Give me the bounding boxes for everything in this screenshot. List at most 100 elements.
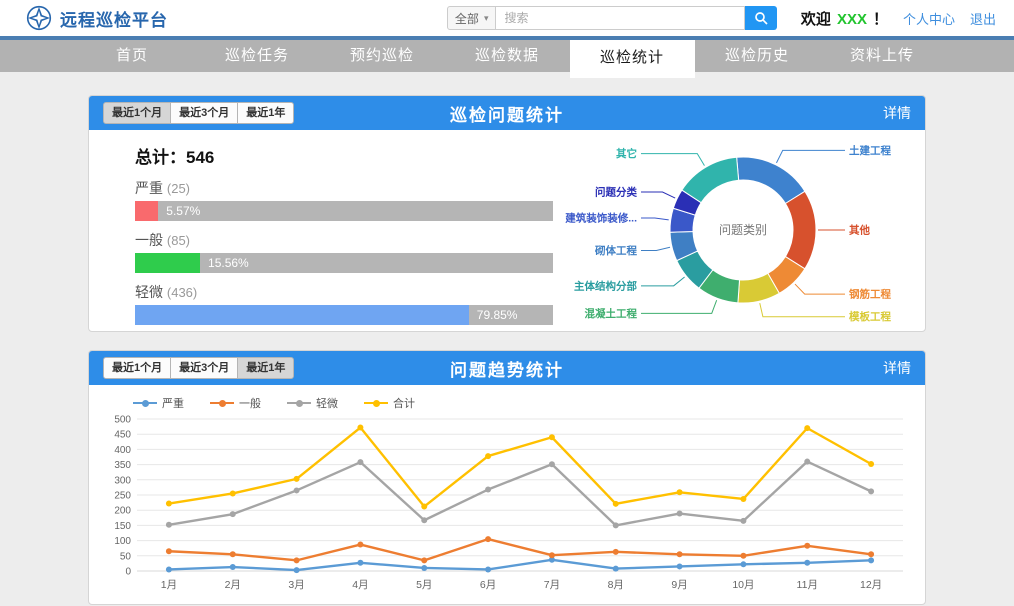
legend-item-normal[interactable]: 一般 bbox=[210, 395, 261, 411]
trend-detail-link[interactable]: 详情 bbox=[883, 358, 911, 378]
donut-svg: 土建工程其他钢筋工程模板工程 混凝土工程 主体结构分部 砌体工程 建筑装饰装修... 问题… bbox=[553, 131, 933, 331]
minor-bar-track: 79.85% bbox=[135, 305, 553, 325]
issue-stats-panel: 最近1个月 最近3个月 最近1年 巡检问题统计 详情 总计：546 严重 (25… bbox=[88, 95, 926, 332]
svg-text:模板工程: 模板工程 bbox=[849, 310, 891, 323]
brand: 远程巡检平台 bbox=[26, 5, 168, 31]
issue-panel-header: 最近1个月 最近3个月 最近1年 巡检问题统计 详情 bbox=[89, 96, 925, 130]
svg-text:150: 150 bbox=[114, 521, 131, 532]
svg-text:200: 200 bbox=[114, 506, 131, 517]
svg-text:11月: 11月 bbox=[797, 579, 818, 591]
svg-text:350: 350 bbox=[114, 460, 131, 471]
welcome-message: 欢迎 XXX ！ bbox=[801, 8, 888, 29]
svg-text:建筑装饰装修...: 建筑装饰装修... bbox=[564, 211, 637, 224]
issue-panel-body: 总计：546 严重 (25) 5.57% 一般 (85) bbox=[89, 130, 925, 331]
svg-text:2月: 2月 bbox=[225, 579, 241, 591]
nav-item-tasks[interactable]: 巡检任务 bbox=[195, 40, 320, 72]
nav-item-schedule[interactable]: 预约巡检 bbox=[320, 40, 445, 72]
svg-text:400: 400 bbox=[114, 445, 131, 456]
search-icon bbox=[754, 11, 768, 25]
minor-bar-fill bbox=[135, 305, 469, 325]
svg-text:300: 300 bbox=[114, 475, 131, 486]
svg-text:12月: 12月 bbox=[860, 579, 882, 591]
issue-stats: 总计：546 严重 (25) 5.57% 一般 (85) bbox=[89, 130, 553, 331]
minor-count: (436) bbox=[167, 285, 197, 300]
issue-range-buttons: 最近1个月 最近3个月 最近1年 bbox=[103, 102, 293, 124]
chevron-down-icon: ▾ bbox=[484, 13, 489, 24]
severe-bar-group: 严重 (25) 5.57% bbox=[135, 178, 553, 221]
range-1year-button[interactable]: 最近1年 bbox=[237, 102, 294, 124]
normal-label: 一般 bbox=[135, 232, 163, 248]
trend-range-1year-button[interactable]: 最近1年 bbox=[237, 357, 294, 379]
svg-text:1月: 1月 bbox=[161, 579, 177, 591]
logout-link[interactable]: 退出 bbox=[970, 9, 996, 28]
svg-text:钢筋工程: 钢筋工程 bbox=[849, 287, 891, 300]
total-line-marker bbox=[364, 402, 388, 404]
nav-item-statistics[interactable]: 巡检统计 bbox=[570, 40, 695, 78]
search-input[interactable] bbox=[496, 6, 744, 30]
minor-bar-group: 轻微 (436) 79.85% bbox=[135, 282, 553, 325]
user-area: 欢迎 XXX ！ 个人中心 退出 bbox=[801, 8, 996, 29]
nav-item-upload[interactable]: 资料上传 bbox=[820, 40, 945, 72]
svg-text:3月: 3月 bbox=[288, 579, 304, 591]
normal-bar-track: 15.56% bbox=[135, 253, 553, 273]
nav-item-data[interactable]: 巡检数据 bbox=[445, 40, 570, 72]
search-button[interactable] bbox=[745, 6, 777, 30]
search-category-value: 全部 bbox=[455, 10, 479, 27]
trend-legend: 严重 一般 轻微 合计 bbox=[133, 395, 917, 411]
minor-line-marker bbox=[287, 402, 311, 404]
severe-count: (25) bbox=[167, 181, 190, 196]
trend-panel-header: 最近1个月 最近3个月 最近1年 问题趋势统计 详情 bbox=[89, 351, 925, 385]
normal-percent: 15.56% bbox=[208, 253, 249, 273]
svg-text:问题类别: 问题类别 bbox=[719, 223, 767, 237]
trend-panel-body: 严重 一般 轻微 合计 0501001502002503003504004505… bbox=[89, 385, 925, 604]
svg-text:9月: 9月 bbox=[671, 579, 687, 591]
platform-logo-icon bbox=[26, 5, 52, 31]
minor-label: 轻微 bbox=[135, 284, 163, 300]
svg-text:其它: 其它 bbox=[616, 147, 637, 160]
range-1month-button[interactable]: 最近1个月 bbox=[103, 102, 171, 124]
svg-text:50: 50 bbox=[120, 551, 132, 562]
svg-text:250: 250 bbox=[114, 491, 131, 502]
welcome-suffix: ！ bbox=[873, 8, 888, 29]
svg-text:5月: 5月 bbox=[416, 579, 432, 591]
severe-bar-fill bbox=[135, 201, 158, 221]
svg-text:6月: 6月 bbox=[480, 579, 496, 591]
severe-line-marker bbox=[133, 402, 157, 404]
app-title: 远程巡检平台 bbox=[60, 6, 168, 31]
issue-category-donut-chart: 土建工程其他钢筋工程模板工程 混凝土工程 主体结构分部 砌体工程 建筑装饰装修... 问题… bbox=[553, 130, 933, 331]
range-3months-button[interactable]: 最近3个月 bbox=[170, 102, 238, 124]
svg-text:其他: 其他 bbox=[849, 223, 870, 236]
legend-item-total[interactable]: 合计 bbox=[364, 395, 415, 411]
nav-item-history[interactable]: 巡检历史 bbox=[695, 40, 820, 72]
svg-text:10月: 10月 bbox=[732, 579, 754, 591]
trend-line-chart: 0501001502002503003504004505001月2月3月4月5月… bbox=[97, 411, 913, 593]
welcome-prefix: 欢迎 bbox=[801, 8, 831, 29]
profile-link[interactable]: 个人中心 bbox=[903, 9, 955, 28]
search-category-select[interactable]: 全部 ▾ bbox=[447, 6, 497, 30]
legend-item-severe[interactable]: 严重 bbox=[133, 395, 184, 411]
trend-range-1month-button[interactable]: 最近1个月 bbox=[103, 357, 171, 379]
main-nav: 首页 巡检任务 预约巡检 巡检数据 巡检统计 巡检历史 资料上传 bbox=[0, 40, 1014, 72]
normal-count: (85) bbox=[167, 233, 190, 248]
svg-text:450: 450 bbox=[114, 430, 131, 441]
issue-detail-link[interactable]: 详情 bbox=[883, 103, 911, 123]
severe-bar-track: 5.57% bbox=[135, 201, 553, 221]
svg-text:主体结构分部: 主体结构分部 bbox=[574, 279, 637, 292]
svg-text:7月: 7月 bbox=[544, 579, 560, 591]
trend-range-3months-button[interactable]: 最近3个月 bbox=[170, 357, 238, 379]
svg-text:100: 100 bbox=[114, 536, 131, 547]
legend-item-minor[interactable]: 轻微 bbox=[287, 395, 338, 411]
svg-text:问题分类: 问题分类 bbox=[595, 185, 637, 198]
svg-text:土建工程: 土建工程 bbox=[849, 143, 891, 156]
svg-text:4月: 4月 bbox=[352, 579, 368, 591]
search-group: 全部 ▾ bbox=[447, 6, 777, 30]
trend-panel: 最近1个月 最近3个月 最近1年 问题趋势统计 详情 严重 一般 轻微 bbox=[88, 350, 926, 605]
svg-text:8月: 8月 bbox=[608, 579, 624, 591]
nav-item-home[interactable]: 首页 bbox=[70, 40, 195, 72]
svg-text:砌体工程: 砌体工程 bbox=[594, 243, 637, 256]
svg-text:500: 500 bbox=[114, 415, 131, 426]
minor-percent: 79.85% bbox=[477, 305, 518, 325]
severe-label: 严重 bbox=[135, 180, 163, 196]
svg-text:混凝土工程: 混凝土工程 bbox=[585, 306, 638, 319]
normal-bar-fill bbox=[135, 253, 200, 273]
